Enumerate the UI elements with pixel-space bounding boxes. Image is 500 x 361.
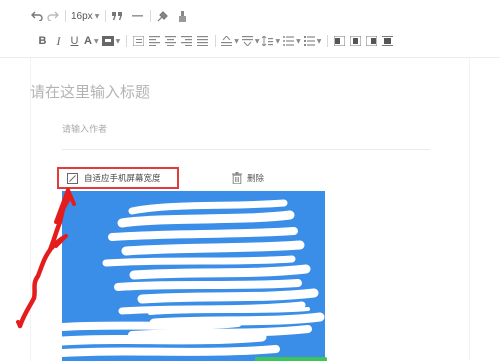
- annotation-arrow: [16, 188, 76, 329]
- submit-button[interactable]: [255, 357, 327, 361]
